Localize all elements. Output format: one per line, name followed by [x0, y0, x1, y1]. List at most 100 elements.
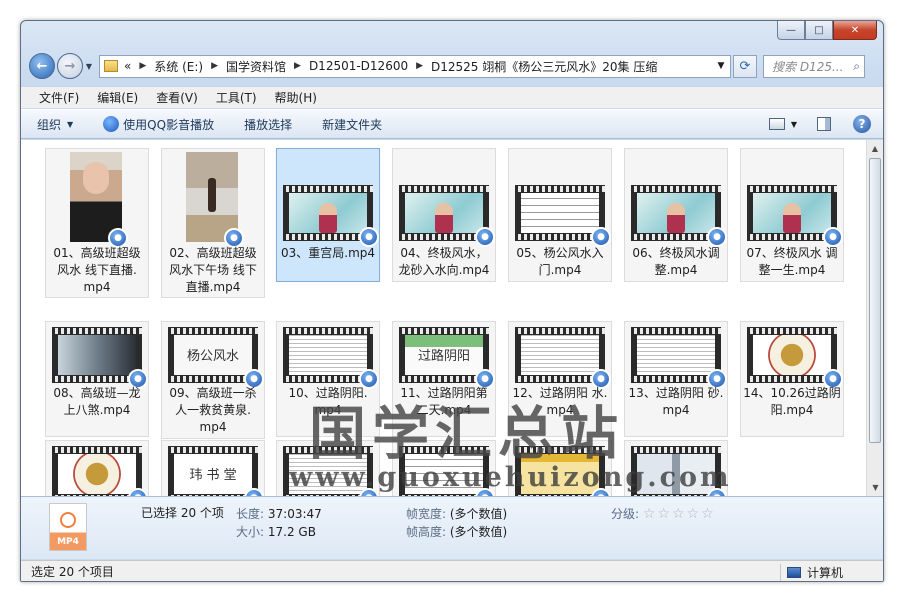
window-controls: — □ ✕: [777, 21, 877, 40]
play-with-qq-button[interactable]: 使用QQ影音播放: [103, 116, 214, 133]
video-frame: [637, 454, 715, 494]
qq-player-badge-icon: ●: [475, 488, 495, 496]
search-placeholder: 搜索 D125...: [772, 59, 844, 74]
video-thumbnail: 玮 书 堂 ●: [168, 446, 264, 496]
video-frame: [521, 454, 599, 494]
close-button[interactable]: ✕: [833, 21, 877, 40]
file-item[interactable]: ●: [508, 440, 612, 496]
file-item[interactable]: ● 10、过路阴阳. mp4: [276, 321, 380, 437]
presenter: [319, 203, 337, 233]
film-strip: [52, 446, 142, 496]
view-options-dropdown[interactable]: ▼: [791, 120, 797, 129]
qq-player-badge-icon: ●: [475, 227, 495, 247]
mp4-file-icon: MP4: [49, 503, 87, 551]
file-item[interactable]: ● 14、10.26过路阴 阳.mp4: [740, 321, 844, 437]
search-input[interactable]: 搜索 D125... ⌕: [763, 54, 865, 78]
menu-file[interactable]: 文件(F): [39, 89, 79, 106]
file-item[interactable]: 杨公风水 ● 09、高级班一杀 人一救贫黄泉. mp4: [161, 321, 265, 439]
file-item[interactable]: ●: [276, 440, 380, 496]
vertical-scrollbar[interactable]: ▲ ▼: [866, 140, 883, 496]
chevron-right-icon[interactable]: ▶: [139, 61, 146, 71]
file-item[interactable]: ● 08、高级班—龙 上八煞.mp4: [45, 321, 149, 437]
recent-pages-dropdown[interactable]: ▼: [83, 62, 95, 71]
menu-tools[interactable]: 工具(T): [216, 89, 257, 106]
file-name: 07、终极风水 调整一生.mp4: [743, 245, 841, 279]
status-text: 选定 20 个项目: [31, 565, 114, 579]
breadcrumb-folder-1[interactable]: 国学资料馆: [226, 58, 286, 75]
chevron-down-icon: ▼: [67, 119, 74, 129]
file-name: 06、终极风水调 整.mp4: [627, 245, 725, 279]
maximize-button[interactable]: □: [805, 21, 833, 40]
menu-bar: 文件(F) 编辑(E) 查看(V) 工具(T) 帮助(H): [21, 86, 883, 108]
file-name-line: 13、过路阴阳 砂.: [628, 386, 724, 400]
file-item[interactable]: ● 07、终极风水 调整一生.mp4: [740, 148, 844, 282]
new-folder-button[interactable]: 新建文件夹: [322, 116, 382, 133]
video-frame: [58, 335, 136, 375]
file-item[interactable]: ● 02、高级班超级 风水下午场 线下 直播.mp4: [161, 148, 265, 298]
address-dropdown-icon[interactable]: ▼: [712, 61, 730, 71]
file-item[interactable]: ● 01、高级班超级 风水 线下直播. mp4: [45, 148, 149, 298]
search-icon[interactable]: ⌕: [853, 59, 860, 74]
minimize-button[interactable]: —: [777, 21, 805, 40]
video-frame: 杨公风水: [174, 335, 252, 375]
file-name-line: 风水 线下直播.: [57, 263, 137, 277]
file-item[interactable]: ●: [45, 440, 149, 496]
video-frame: [58, 454, 136, 494]
file-name-line: 直播.mp4: [185, 280, 241, 294]
file-item[interactable]: 过路阴阳 ● 11、过路阴阳第 二天.mp4: [392, 321, 496, 437]
file-view[interactable]: ● 01、高级班超级 风水 线下直播. mp4 ● 02、高级班超级 风水下午场 线下 直播.…: [21, 140, 883, 496]
file-item[interactable]: ● 06、终极风水调 整.mp4: [624, 148, 728, 282]
chevron-right-icon[interactable]: ▶: [294, 61, 301, 71]
organize-label: 组织: [37, 117, 62, 132]
qq-player-badge-icon: ●: [359, 488, 379, 496]
file-item[interactable]: ● 05、杨公风水入 门.mp4: [508, 148, 612, 282]
file-name-line: 风水下午场 线下: [169, 263, 257, 277]
chevron-right-icon[interactable]: ▶: [416, 61, 423, 71]
breadcrumb-folder-current[interactable]: D12525 翊桐《杨公三元风水》20集 压缩: [431, 58, 657, 75]
file-item[interactable]: ●: [624, 440, 728, 496]
breadcrumb-overflow[interactable]: «: [124, 59, 131, 73]
menu-edit[interactable]: 编辑(E): [97, 89, 138, 106]
file-item[interactable]: ●: [392, 440, 496, 496]
menu-view[interactable]: 查看(V): [156, 89, 198, 106]
menu-help[interactable]: 帮助(H): [275, 89, 317, 106]
file-item[interactable]: ● 03、重宫局.mp4: [276, 148, 380, 282]
preview-pane-icon[interactable]: [817, 117, 831, 131]
file-name-line: 08、高级班—龙: [53, 386, 141, 400]
chevron-right-icon[interactable]: ▶: [211, 61, 218, 71]
file-name-line: 09、高级班一杀: [169, 386, 257, 400]
video-frame: [289, 193, 367, 233]
play-selection-label: 播放选择: [244, 117, 293, 132]
file-name-line: 02、高级班超级: [169, 246, 257, 260]
file-name: 05、杨公风水入 门.mp4: [511, 245, 609, 279]
scrollbar-thumb[interactable]: [869, 158, 881, 443]
file-name: 09、高级班一杀 人一救贫黄泉. mp4: [164, 385, 262, 436]
help-icon[interactable]: ?: [853, 115, 871, 133]
file-name-line: 01、高级班超级: [53, 246, 141, 260]
file-item[interactable]: ● 13、过路阴阳 砂. mp4: [624, 321, 728, 437]
breadcrumb-folder-2[interactable]: D12501-D12600: [309, 59, 408, 73]
qq-player-badge-icon: ●: [591, 488, 611, 496]
rating-field: 分级: ☆☆☆☆☆: [611, 505, 716, 522]
video-frame: 玮 书 堂: [174, 454, 252, 494]
rating-stars[interactable]: ☆☆☆☆☆: [643, 506, 716, 522]
video-thumbnail: ●: [515, 185, 611, 247]
address-bar[interactable]: « ▶ 系统 (E:) ▶ 国学资料馆 ▶ D12501-D12600 ▶ D1…: [99, 54, 731, 78]
file-item[interactable]: ● 04、终极风水， 龙砂入水向.mp4: [392, 148, 496, 282]
breadcrumb-drive[interactable]: 系统 (E:): [154, 58, 203, 75]
scroll-down-icon[interactable]: ▼: [867, 479, 883, 496]
organize-button[interactable]: 组织 ▼: [37, 116, 73, 133]
scroll-up-icon[interactable]: ▲: [867, 140, 883, 157]
file-item[interactable]: 玮 书 堂 ●: [161, 440, 265, 496]
forward-button[interactable]: →: [57, 53, 83, 79]
refresh-button[interactable]: ⟳: [733, 54, 757, 78]
change-view-icon[interactable]: [768, 118, 785, 130]
back-button[interactable]: ←: [29, 53, 55, 79]
video-frame: [289, 335, 367, 375]
file-name: 10、过路阴阳. mp4: [279, 385, 377, 419]
play-selection-button[interactable]: 播放选择: [244, 116, 292, 133]
video-thumbnail: ●: [283, 185, 379, 247]
file-item[interactable]: ● 12、过路阴阳 水. mp4: [508, 321, 612, 437]
file-name-line: 二天.mp4: [416, 403, 472, 417]
presenter: [783, 203, 801, 233]
